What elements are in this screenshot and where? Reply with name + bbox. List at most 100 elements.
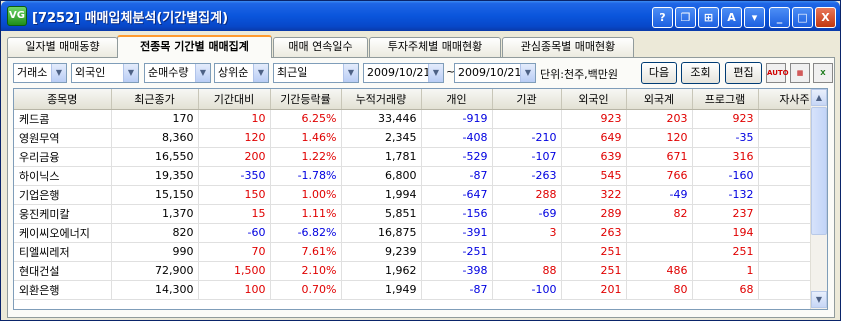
column-header[interactable]: 누적거래량 [341,89,422,110]
tab-watchlist-trading[interactable]: 관심종목별 매매현황 [502,37,634,57]
cell-stock-name: 기업은행 [14,185,112,205]
help-button[interactable]: ? [652,7,673,28]
cell-stock-name: 우리금융 [14,147,112,167]
table-row[interactable]: 티엘씨레저 990 70 7.61% 9,239 -251 251 251 [14,242,827,262]
table-row[interactable]: 케이씨오에너지 820 -60 -6.82% 16,875 -391 3 263 194 [14,223,827,243]
menu-dropdown-button[interactable]: ▾ [744,7,765,28]
column-header[interactable]: 기간대비 [198,89,271,110]
cell-close-price: 1,370 [111,204,199,224]
cell-program: 1 [692,261,759,281]
cell-foreign: 251 [561,242,627,262]
vertical-scrollbar[interactable]: ▲ ▼ [810,89,827,309]
cell-individual: -87 [421,280,493,300]
table-row[interactable]: 우리금융 16,550 200 1.22% 1,781 -529 -107 639 671 316 [14,147,827,167]
cell-program: 316 [692,147,759,167]
data-grid[interactable]: 종목명 최근종가 기간대비 기간등락률 누적거래량 개인 기관 외국인 외국계 프로그램 자사주 케… [13,88,828,310]
market-select[interactable]: 거래소 ▼ [13,63,67,83]
edit-button[interactable]: 편집 [725,62,762,84]
column-header[interactable]: 기간등락률 [270,89,342,110]
investor-select[interactable]: 외국인 ▼ [71,63,139,83]
cell-institution: -69 [492,204,562,224]
cell-stock-name: 웅진케미칼 [14,204,112,224]
market-select-value: 거래소 [17,66,48,79]
chevron-down-icon: ▼ [51,64,66,82]
date-from-input[interactable]: 2009/10/21 ▼ [363,63,444,83]
cell-foreign: 263 [561,223,627,243]
cell-individual: -391 [421,223,493,243]
column-header[interactable]: 개인 [421,89,493,110]
cell-foreign-firm: 671 [626,147,693,167]
restore-layout-button[interactable]: ❐ [675,7,696,28]
sort-by-select[interactable]: 순매수량 ▼ [144,63,211,83]
font-size-button[interactable]: A [721,7,742,28]
column-header[interactable]: 외국계 [626,89,693,110]
query-button[interactable]: 조회 [681,62,720,84]
tab-investor-trading[interactable]: 투자주체별 매매현황 [369,37,501,57]
cell-institution: -210 [492,128,562,148]
next-button[interactable]: 다음 [641,62,677,84]
scroll-up-icon[interactable]: ▲ [811,89,827,106]
cell-period-change: 1,500 [198,261,271,281]
table-row[interactable]: 웅진케미칼 1,370 15 1.11% 5,851 -156 -69 289 82 237 [14,204,827,224]
minimize-button[interactable]: _ [769,7,790,28]
cell-period-change: -60 [198,223,271,243]
period-select[interactable]: 최근일 ▼ [273,63,359,83]
table-row[interactable]: 영원무역 8,360 120 1.46% 2,345 -408 -210 649 120 -35 [14,128,827,148]
column-header[interactable]: 외국인 [561,89,627,110]
cell-foreign: 322 [561,185,627,205]
tab-all-stocks-period[interactable]: 전종목 기간별 매매집계 [117,35,272,58]
app-logo-icon: VG [7,6,27,26]
cell-cum-volume: 2,345 [341,128,422,148]
chevron-down-icon: ▼ [343,64,358,82]
column-header[interactable]: 종목명 [14,89,112,110]
link-button[interactable]: ⊞ [698,7,719,28]
cell-foreign: 289 [561,204,627,224]
date-to-input[interactable]: 2009/10/21 ▼ [454,63,536,83]
cell-program: 194 [692,223,759,243]
table-row[interactable]: 외환은행 14,300 100 0.70% 1,949 -87 -100 201 80 68 [14,280,827,300]
tab-daily-trend[interactable]: 일자별 매매동향 [7,37,118,57]
cell-cum-volume: 1,962 [341,261,422,281]
cell-close-price: 170 [111,109,199,129]
column-header[interactable]: 프로그램 [692,89,759,110]
cell-period-change: 120 [198,128,271,148]
scroll-down-icon[interactable]: ▼ [811,291,827,308]
cell-period-change: 150 [198,185,271,205]
cell-institution: -107 [492,147,562,167]
cell-foreign-firm: 486 [626,261,693,281]
excel-export-icon[interactable]: X [813,63,833,83]
cell-program: -35 [692,128,759,148]
unit-label: 단위:천주,백만원 [540,68,619,81]
close-button[interactable]: X [815,7,836,28]
cell-individual: -87 [421,166,493,186]
order-select[interactable]: 상위순 ▼ [214,63,269,83]
cell-stock-name: 케이씨오에너지 [14,223,112,243]
title-bar[interactable]: VG [7252] 매매입체분석(기간별집계) ? ❐ ⊞ A ▾ _ □ X [1,1,840,31]
chart-icon[interactable]: ▦ [790,63,810,83]
cell-foreign-firm: 203 [626,109,693,129]
cell-period-change: 200 [198,147,271,167]
cell-stock-name: 티엘씨레저 [14,242,112,262]
calendar-dropdown-icon: ▼ [520,64,535,82]
cell-change-rate: 7.61% [270,242,342,262]
cell-foreign-firm: -49 [626,185,693,205]
cell-foreign: 649 [561,128,627,148]
tab-consecutive-days[interactable]: 매매 연속일수 [273,37,368,57]
cell-foreign: 201 [561,280,627,300]
cell-period-change: -350 [198,166,271,186]
auto-refresh-icon[interactable]: AUTO [766,63,789,83]
date-from-value: 2009/10/21 [367,66,431,79]
column-header[interactable]: 최근종가 [111,89,199,110]
table-row[interactable]: 기업은행 15,150 150 1.00% 1,994 -647 288 322 -49 -132 [14,185,827,205]
scroll-thumb[interactable] [811,107,827,235]
table-row[interactable]: 케드콤 170 10 6.25% 33,446 -919 923 203 923 [14,109,827,129]
cell-foreign-firm: 82 [626,204,693,224]
table-row[interactable]: 현대건설 72,900 1,500 2.10% 1,962 -398 88 251 486 1 [14,261,827,281]
cell-cum-volume: 1,949 [341,280,422,300]
cell-individual: -398 [421,261,493,281]
cell-change-rate: 1.00% [270,185,342,205]
cell-institution: -263 [492,166,562,186]
column-header[interactable]: 기관 [492,89,562,110]
table-row[interactable]: 하이닉스 19,350 -350 -1.78% 6,800 -87 -263 545 766 -1… [14,166,827,186]
maximize-button[interactable]: □ [792,7,813,28]
